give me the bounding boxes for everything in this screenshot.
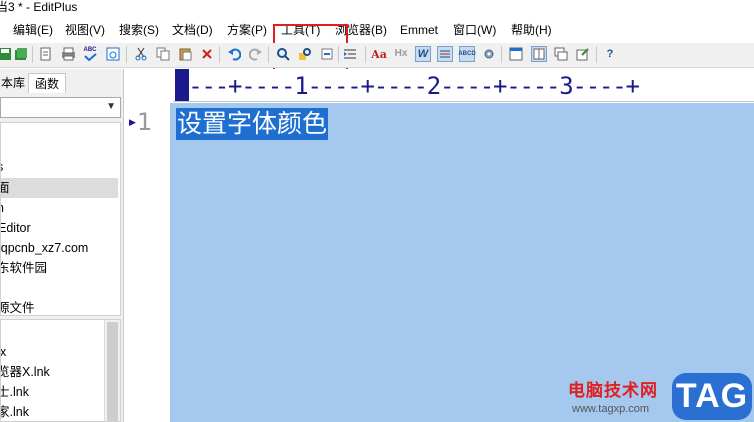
cut-icon[interactable] [133,46,149,62]
menu-project[interactable]: 方案(P) [227,22,267,38]
watermark-title: 电脑技术网 [568,381,658,400]
cascade-icon[interactable] [553,46,569,62]
find-icon[interactable] [275,46,291,62]
menu-view[interactable]: 视图(V) [65,22,105,38]
undo-icon[interactable] [226,46,242,62]
menu-edit[interactable]: 编辑(E) [13,22,53,38]
menu-bar: 编辑(E) 视图(V) 搜索(S) 文档(D) 方案(P) 工具(T) 浏览器(… [0,17,754,75]
ruler-scale: ----+----1----+----2----+----3----+ [175,72,640,100]
toolbar-separator [126,46,127,63]
toolbar-separator [596,46,597,63]
tab-functions[interactable]: 函数 [28,73,66,93]
word-wrap-icon[interactable]: W [415,46,431,62]
list-item[interactable]: n [1,198,118,218]
watermark: 电脑技术网 www.tagxp.com TAG [556,372,754,422]
menu-search[interactable]: 搜索(S) [119,22,159,38]
save-all-icon[interactable] [13,46,29,62]
list-item[interactable]: s [1,157,118,177]
file-list: x 览器X.lnk 士.lnk 家.lnk [0,319,121,422]
menu-document[interactable]: 文档(D) [172,22,213,38]
font-icon[interactable]: Aa [371,46,387,62]
tile-icon[interactable] [531,46,547,62]
toolbar-separator [338,46,339,63]
menu-emmet[interactable]: Emmet [400,22,438,38]
copy-icon[interactable] [155,46,171,62]
chevron-down-icon: ▼ [106,101,116,112]
list-item[interactable]: Editor [1,218,119,238]
help-icon-glyph: ? [606,47,614,60]
print-icon[interactable] [60,46,76,62]
editor: ----+----1----+----2----+----3----+ ▶ 1 … [125,69,754,422]
redo-icon[interactable] [248,46,264,62]
menu-help[interactable]: 帮助(H) [511,22,552,38]
selected-text[interactable]: 设置字体颜色 [176,108,329,140]
paste-icon[interactable] [177,46,193,62]
toolbar: ABC Aa Hx W ABCD ? [0,43,754,68]
sidebar: 本库 函数 ▼ s 面 n Editor lqpcnb_xz7.com 东软件园… [0,69,124,422]
line-number-gutter: ▶ 1 [125,102,173,422]
list-item[interactable]: 面 [1,178,118,198]
toolbar-separator [268,46,269,63]
line-number-icon[interactable]: ABCD [458,46,476,62]
list-item[interactable]: x [1,342,120,362]
tab-library[interactable]: 本库 [0,73,28,93]
indent-icon[interactable] [342,46,358,62]
column-ruler: ----+----1----+----2----+----3----+ [173,69,754,102]
window-list-icon[interactable] [508,46,524,62]
restore-icon[interactable] [575,46,591,62]
directory-dropdown[interactable]: ▼ [0,97,121,118]
list-item[interactable] [1,278,118,298]
toolbar-separator [219,46,220,63]
sidebar-tabs: 本库 函数 [0,73,124,93]
file-list-scrollbar[interactable] [104,320,120,421]
watermark-url: www.tagxp.com [572,403,650,415]
line-number: 1 [137,108,153,136]
spell-check-icon[interactable]: ABC [82,46,98,62]
help-icon[interactable]: ? [602,46,618,62]
go-to-icon[interactable] [319,46,335,62]
settings-icon[interactable] [481,46,497,62]
hex-icon[interactable]: Hx [393,46,409,62]
list-item[interactable]: 源文件 [1,298,118,315]
window-title: 当3 * - EditPlus [0,0,78,14]
delete-icon[interactable] [199,46,215,62]
bookmark-arrow-icon: ▶ [129,117,136,127]
title-bar: 当3 * - EditPlus [0,0,754,17]
list-item[interactable]: 士.lnk [1,382,118,402]
list-item[interactable]: 览器X.lnk [1,362,118,382]
list-item[interactable]: lqpcnb_xz7.com [1,238,119,258]
toolbar-separator [365,46,366,63]
toolbar-separator [32,46,33,63]
scrollbar-thumb[interactable] [107,322,118,421]
replace-icon[interactable] [297,46,313,62]
toolbar-separator [501,46,502,63]
list-item[interactable]: 家.lnk [1,402,118,421]
browser-preview-icon[interactable] [105,46,121,62]
watermark-logo: TAG [672,373,752,420]
file-tree: s 面 n Editor lqpcnb_xz7.com 东软件园 源文件 [0,122,121,316]
ruler-icon[interactable] [437,46,453,62]
list-item[interactable]: 东软件园 [1,258,118,278]
save-icon[interactable] [0,46,13,62]
print-preview-icon[interactable] [38,46,54,62]
menu-window[interactable]: 窗口(W) [453,22,496,38]
